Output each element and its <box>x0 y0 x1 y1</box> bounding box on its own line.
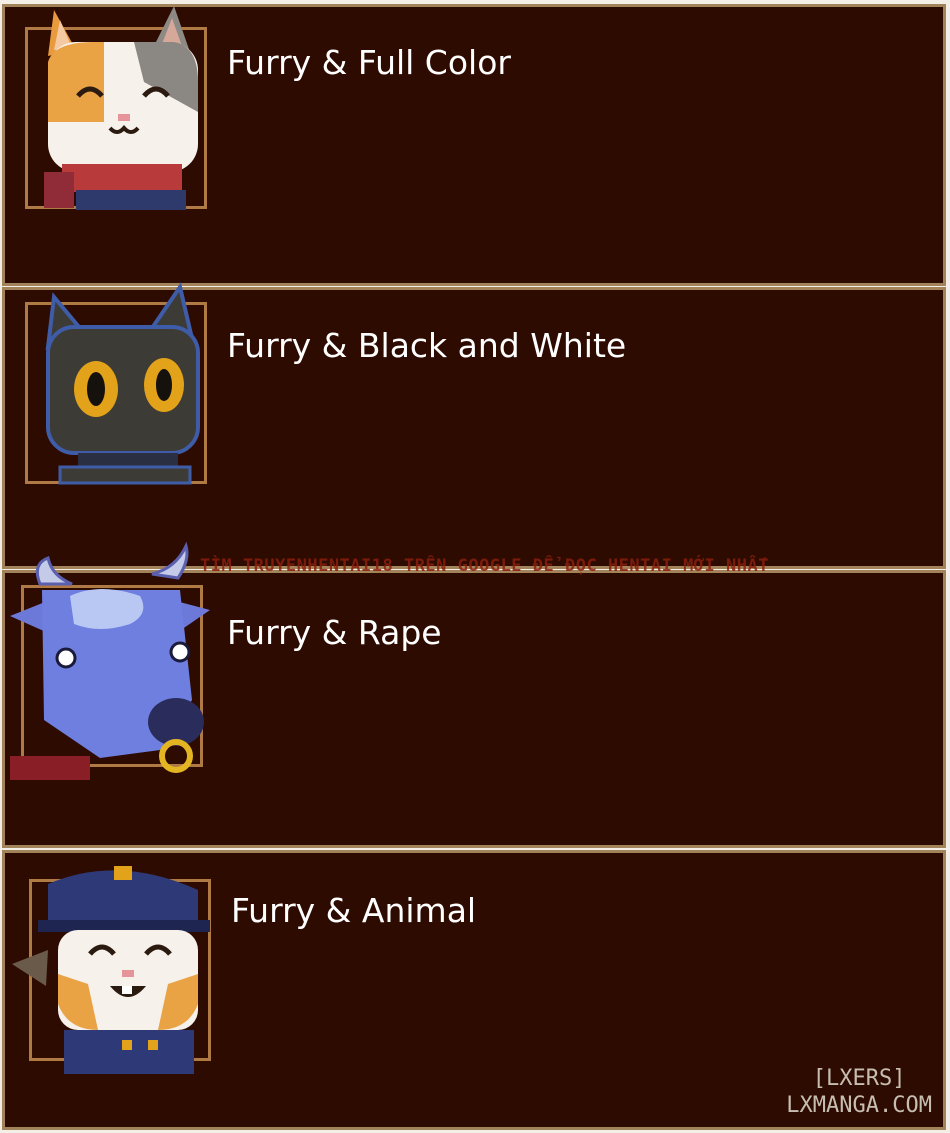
item-title: Furry & Animal <box>231 891 477 930</box>
list-item[interactable]: Furry & Black and White <box>2 282 946 569</box>
black-cat-icon <box>45 282 200 485</box>
list-item[interactable]: Furry & Rape <box>2 541 946 848</box>
portrait-frame <box>25 6 207 210</box>
list-item[interactable]: Furry & Full Color <box>2 4 946 286</box>
brand-watermark: [LXERS] LXMANGA.COM <box>786 1065 932 1119</box>
item-title: Furry & Black and White <box>227 326 627 365</box>
calico-cat-icon <box>44 6 198 210</box>
blue-bull-icon <box>10 541 210 780</box>
item-title: Furry & Rape <box>227 613 442 652</box>
portrait-frame <box>10 541 210 780</box>
item-title: Furry & Full Color <box>227 43 511 82</box>
brand-line: LXMANGA.COM <box>786 1093 932 1118</box>
cat-officer-icon <box>12 866 210 1074</box>
brand-line: [LXERS] <box>812 1066 906 1091</box>
portrait-frame <box>12 866 211 1074</box>
watermark: TÌM TRUYENHENTAI18 TRÊN GOOGLE ĐỂ ĐỌC HE… <box>200 556 769 576</box>
portrait-frame <box>25 282 207 485</box>
